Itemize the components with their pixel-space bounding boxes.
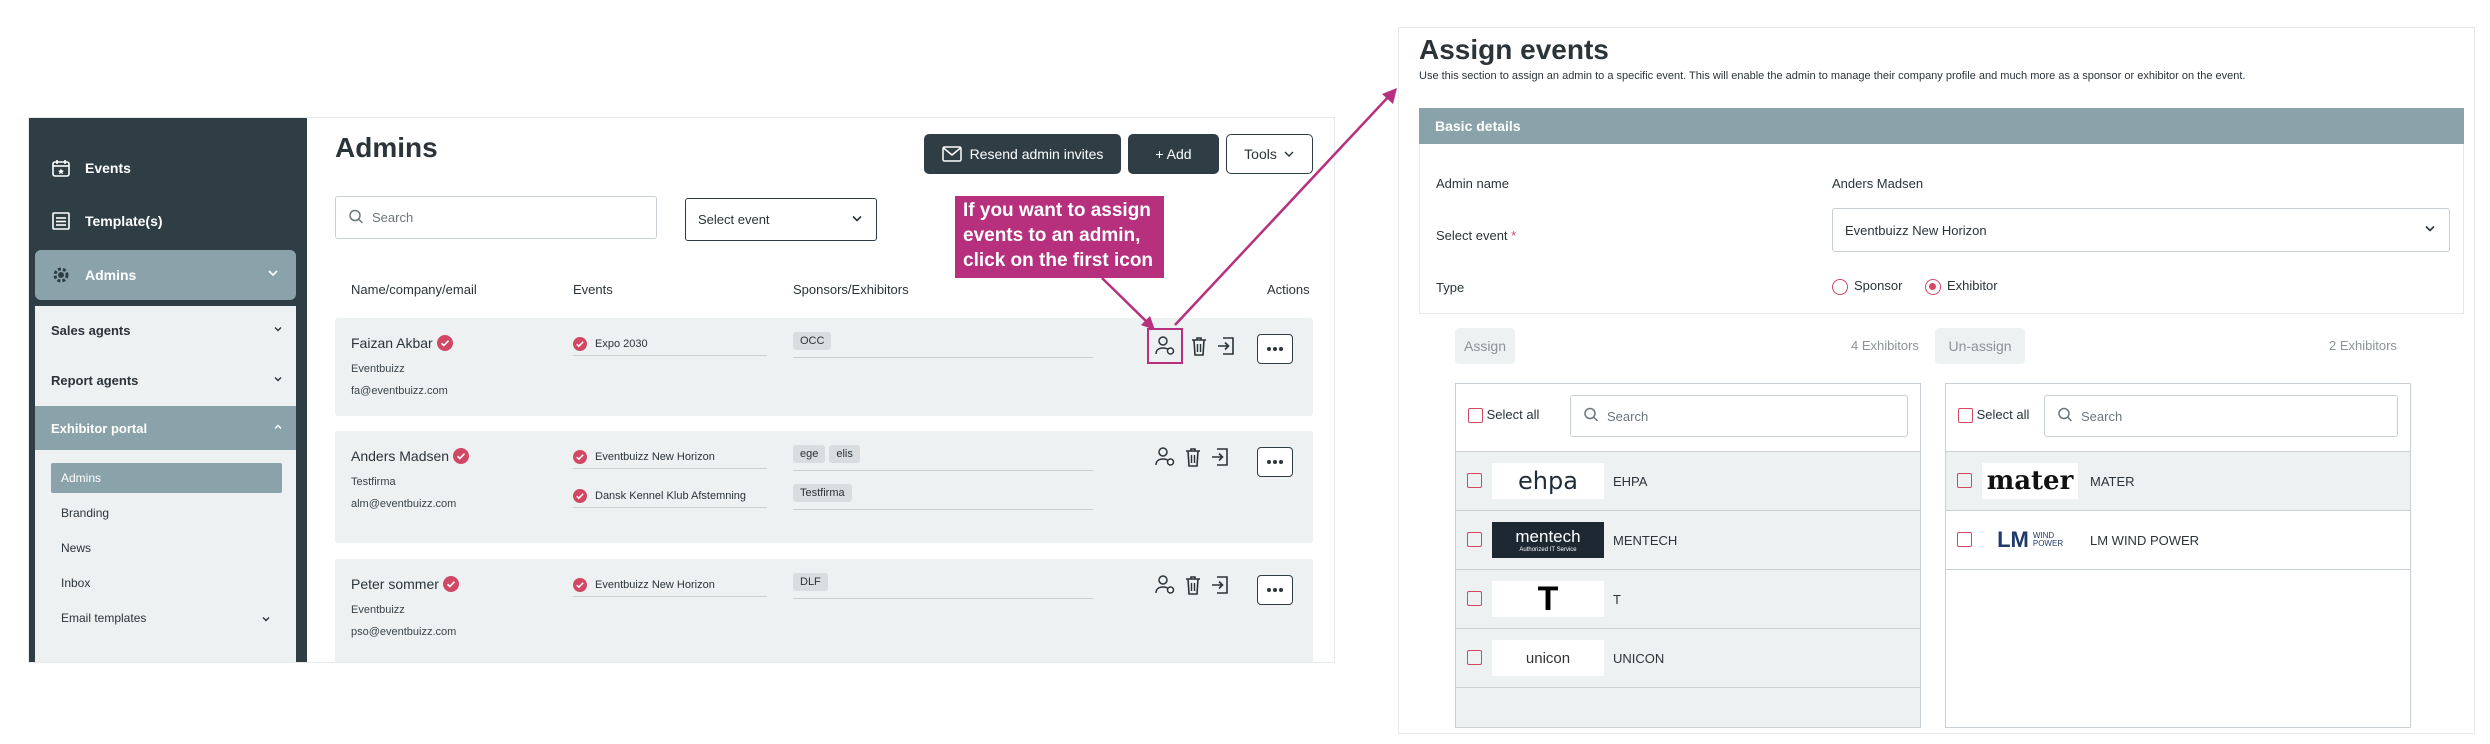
checkbox-icon[interactable] — [1467, 473, 1482, 488]
select-all-checkbox[interactable]: Select all — [1468, 407, 1540, 424]
company-logo: ehpa — [1492, 463, 1604, 499]
callout-arrow — [1101, 277, 1151, 326]
search-placeholder: Search — [2081, 408, 2123, 424]
list-item[interactable]: T T — [1456, 570, 1920, 629]
logo-text: T — [1537, 581, 1559, 617]
logo-text: mentech — [1515, 527, 1581, 546]
admin-name-label: Admin name — [1436, 176, 1509, 191]
radio-selected-icon — [1925, 278, 1941, 295]
list-item[interactable]: mentech Authorized IT Service MENTECH — [1456, 511, 1920, 570]
unassign-count: 2 Exhibitors — [2329, 338, 2397, 353]
unassign-list: Select all Search mater MATER LM WIND POW… — [1945, 383, 2411, 728]
assign-count: 4 Exhibitors — [1851, 338, 1919, 353]
company-name: LM WIND POWER — [2090, 533, 2200, 548]
search-placeholder: Search — [1607, 408, 1649, 424]
company-name: UNICON — [1613, 651, 1665, 666]
logo-subtext: WIND POWER — [2032, 531, 2064, 548]
label-text: Select event — [1436, 228, 1508, 243]
logo-text: unicon — [1525, 649, 1571, 667]
checkbox-icon — [1468, 408, 1483, 424]
company-name: MATER — [2090, 474, 2135, 489]
link-arrow — [1174, 94, 1391, 326]
type-label: Type — [1436, 280, 1465, 295]
company-logo: LM WIND POWER — [1982, 522, 2078, 558]
admin-name-value: Anders Madsen — [1832, 176, 1924, 191]
type-option-sponsor[interactable]: Sponsor — [1832, 278, 1902, 295]
search-icon — [2057, 407, 2073, 426]
chevron-down-icon — [2423, 222, 2437, 239]
required-mark: * — [1511, 228, 1517, 243]
logo-text: LM — [1997, 527, 2029, 552]
list-item[interactable]: LM WIND POWER LM WIND POWER — [1946, 511, 2410, 570]
assign-events-panel: Assign events Use this section to assign… — [1398, 27, 2475, 734]
company-logo: mentech Authorized IT Service — [1492, 522, 1604, 558]
checkbox-icon[interactable] — [1467, 650, 1482, 665]
list-item[interactable]: unicon UNICON — [1456, 629, 1920, 688]
checkbox-icon[interactable] — [1957, 473, 1972, 488]
list-item[interactable]: ehpa EHPA — [1456, 452, 1920, 511]
list-header: Select all Search — [1946, 384, 2410, 452]
select-all-label: Select all — [1976, 407, 2030, 422]
checkbox-icon — [1958, 408, 1973, 424]
select-all-label: Select all — [1486, 407, 1540, 422]
assign-button[interactable]: Assign — [1455, 328, 1515, 364]
company-logo: unicon — [1492, 640, 1604, 676]
basic-details-form: Admin name Anders Madsen Select event * … — [1419, 144, 2464, 314]
select-all-checkbox[interactable]: Select all — [1958, 407, 2030, 424]
logo-text: ehpa — [1518, 467, 1578, 495]
company-logo: T — [1492, 581, 1604, 617]
type-option-exhibitor[interactable]: Exhibitor — [1925, 278, 1998, 295]
checkbox-icon[interactable] — [1957, 532, 1972, 547]
option-label: Exhibitor — [1947, 278, 1998, 293]
assign-list: Select all Search ehpa EHPA mentech Autho… — [1455, 383, 1921, 728]
list-item[interactable]: mater MATER — [1946, 452, 2410, 511]
section-header: Basic details — [1419, 108, 2464, 144]
list-header: Select all Search — [1456, 384, 1920, 452]
checkbox-icon[interactable] — [1467, 591, 1482, 606]
select-event-dropdown[interactable]: Eventbuizz New Horizon — [1832, 208, 2450, 252]
select-event-label: Select event * — [1436, 228, 1516, 243]
search-input[interactable]: Search — [2044, 395, 2398, 437]
radio-icon — [1832, 278, 1848, 295]
option-label: Sponsor — [1854, 278, 1903, 293]
logo-subtext: Authorized IT Service — [1519, 547, 1577, 553]
search-icon — [1583, 407, 1599, 426]
company-name: EHPA — [1613, 474, 1648, 489]
list-item — [1456, 688, 1920, 727]
logo-text: mater — [1986, 466, 2074, 496]
unassign-button[interactable]: Un-assign — [1935, 328, 2025, 364]
company-name: MENTECH — [1613, 533, 1678, 548]
checkbox-icon[interactable] — [1467, 532, 1482, 547]
search-input[interactable]: Search — [1570, 395, 1908, 437]
company-logo: mater — [1982, 463, 2078, 499]
company-name: T — [1613, 592, 1621, 607]
panel-description: Use this section to assign an admin to a… — [1419, 70, 2246, 82]
select-value: Eventbuizz New Horizon — [1845, 222, 1987, 238]
panel-title: Assign events — [1419, 34, 1609, 65]
